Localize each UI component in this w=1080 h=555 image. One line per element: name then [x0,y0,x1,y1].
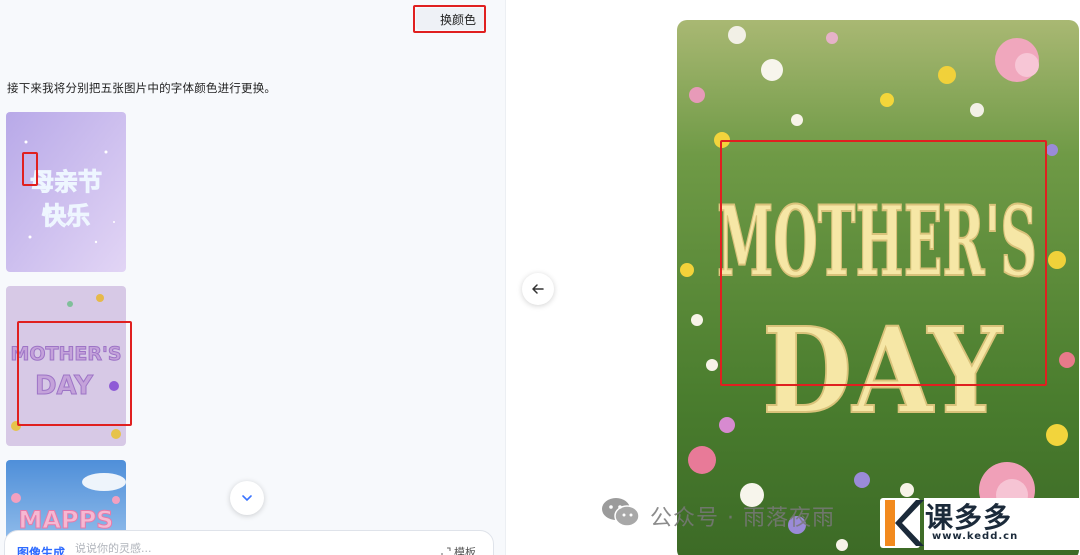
thumbnail-1-title-line2: 快乐 [42,202,90,230]
template-label: 模板 [454,546,476,555]
preview-image-art: MOTHER'S DAY [677,20,1079,555]
previous-image-button[interactable] [522,273,554,305]
watermark-brand: 课多多 [925,501,1013,534]
arrow-left-icon [532,284,544,294]
watermark-text: 公众号 · 雨落夜雨 [650,506,835,531]
thumbnail-2-art: MOTHER'S DAY [6,286,126,446]
thumbnail-image-2[interactable]: MOTHER'S DAY [6,286,126,446]
thumbnail-image-1[interactable]: 母亲节 快乐 [6,112,126,272]
chat-panel: 换颜色 接下来我将分别把五张图片中的字体颜色进行更换。 母亲节 快乐 MOTHE… [0,0,505,555]
user-message-bubble: 换颜色 [416,8,484,30]
preview-title-line2: DAY [762,301,1004,440]
expand-icon [441,547,451,555]
watermark-url: www.kedd.cn [932,531,1019,542]
chevron-down-icon [242,495,252,502]
template-button[interactable]: 模板 [441,544,476,555]
preview-title-line1: MOTHER'S [717,185,1037,298]
prompt-composer: 图像生成 模板 [4,530,494,555]
thumbnail-1-art: 母亲节 快乐 [6,112,126,272]
thumbnail-2-title-line2: DAY [35,371,94,401]
wechat-icon [602,498,640,527]
thumbnail-2-title-line1: MOTHER'S [10,343,121,365]
thumbnail-3-art: MAPPS [6,460,126,540]
mode-label[interactable]: 图像生成 [17,544,65,555]
thumbnail-image-3[interactable]: MAPPS [6,460,126,540]
prompt-input[interactable] [75,542,375,555]
thumbnail-1-title-line1: 母亲节 [30,168,102,196]
preview-image[interactable]: MOTHER'S DAY [677,20,1079,555]
ai-message-text: 接下来我将分别把五张图片中的字体颜色进行更换。 [7,81,277,95]
user-message-text: 换颜色 [439,12,476,27]
scroll-down-button[interactable] [230,481,264,515]
